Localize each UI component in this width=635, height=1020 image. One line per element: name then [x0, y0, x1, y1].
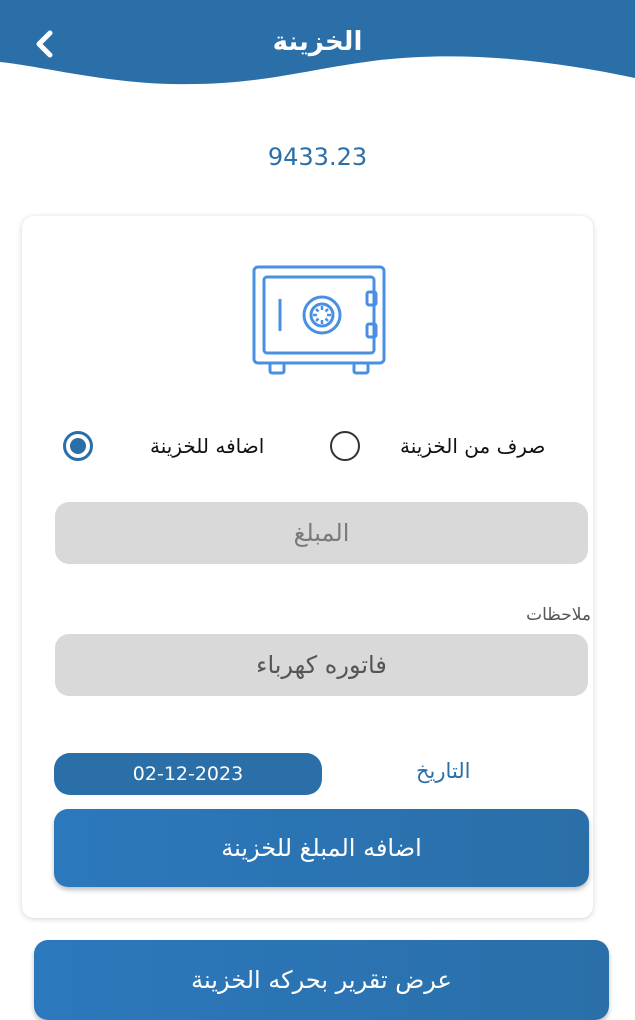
add-to-treasury-label[interactable]: اضافه للخزينة — [150, 431, 264, 461]
transaction-type-group: اضافه للخزينة صرف من الخزينة — [22, 426, 593, 466]
notes-label: ملاحظات — [526, 605, 591, 625]
transaction-card: اضافه للخزينة صرف من الخزينة ملاحظات 02-… — [22, 216, 593, 918]
withdraw-from-treasury-label[interactable]: صرف من الخزينة — [400, 431, 545, 461]
treasury-balance: 9433.23 — [267, 143, 368, 171]
date-picker[interactable]: 02-12-2023 — [54, 753, 322, 795]
safe-icon — [252, 265, 386, 375]
add-to-treasury-radio[interactable] — [63, 431, 93, 461]
app-header: الخزينة — [0, 0, 635, 90]
date-label: التاريخ — [416, 759, 471, 783]
withdraw-from-treasury-radio[interactable] — [330, 431, 360, 461]
add-amount-button[interactable]: اضافه المبلغ للخزينة — [54, 809, 589, 887]
notes-input[interactable] — [55, 634, 588, 696]
amount-input[interactable] — [55, 502, 588, 564]
page-title: الخزينة — [272, 27, 363, 57]
treasury-report-button[interactable]: عرض تقرير بحركه الخزينة — [34, 940, 609, 1020]
